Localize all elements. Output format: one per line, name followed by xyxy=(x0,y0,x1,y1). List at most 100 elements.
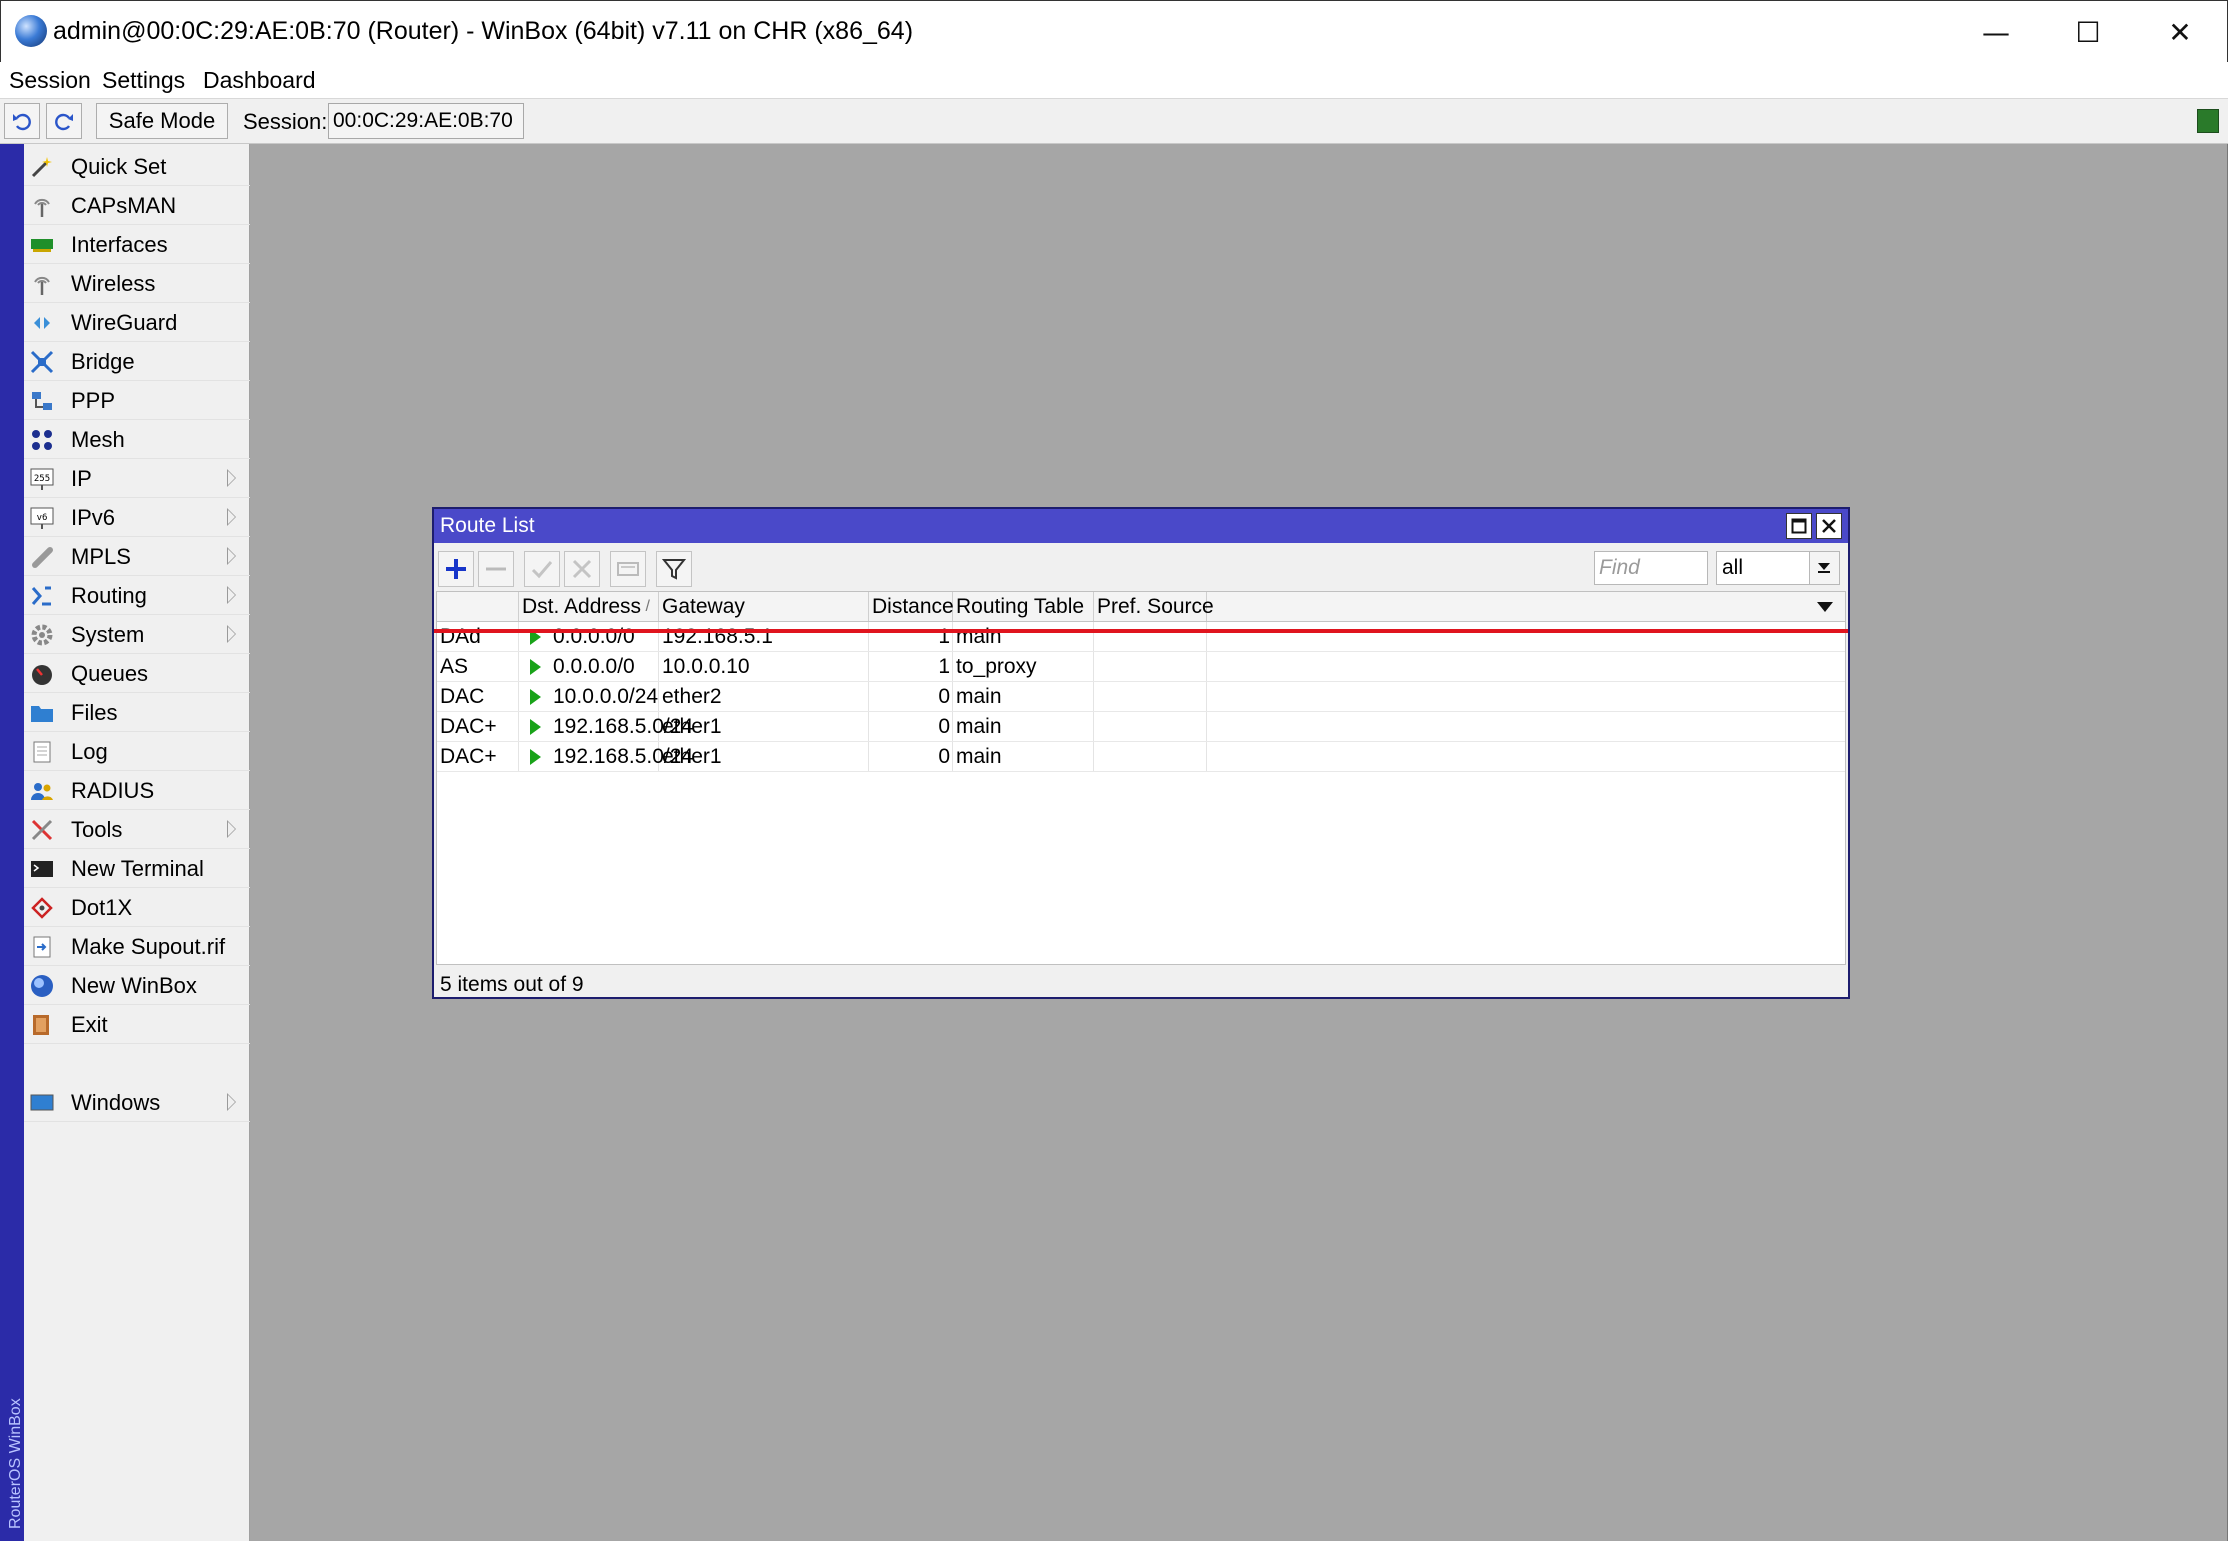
cell-routing-table: main xyxy=(953,622,1094,651)
cell-pref-source xyxy=(1094,622,1207,651)
route-table-header: Dst. Address / Gateway Distance Routing … xyxy=(437,592,1845,622)
sidebar-item-make-supout[interactable]: Make Supout.rif xyxy=(24,928,250,966)
route-list-maximize-button[interactable] xyxy=(1786,513,1812,539)
cell-flags: DAC+ xyxy=(437,712,519,741)
supout-icon xyxy=(33,936,51,958)
route-active-icon xyxy=(530,749,541,765)
session-field[interactable]: 00:0C:29:AE:0B:70 xyxy=(328,103,524,139)
wand-icon xyxy=(31,157,52,178)
winbox-app-icon xyxy=(15,15,47,47)
svg-text:255: 255 xyxy=(34,474,50,484)
cell-gateway: ether2 xyxy=(659,682,869,711)
filter-select[interactable]: all xyxy=(1716,551,1840,585)
cell-flags: DAC+ xyxy=(437,742,519,771)
sidebar-item-wireguard[interactable]: WireGuard xyxy=(24,304,250,342)
redo-icon xyxy=(55,113,73,131)
menu-settings[interactable]: Settings xyxy=(102,66,185,94)
submenu-arrow-icon xyxy=(227,508,236,526)
exit-icon xyxy=(33,1015,49,1035)
menu-bar: Session Settings Dashboard xyxy=(0,62,2228,98)
column-header-flags[interactable] xyxy=(437,592,519,621)
close-icon xyxy=(1822,519,1836,533)
column-header-distance[interactable]: Distance xyxy=(869,592,954,621)
column-header-routing-table[interactable]: Routing Table xyxy=(953,592,1094,621)
sidebar-item-ipv6[interactable]: v6 IPv6 xyxy=(24,499,250,537)
sidebar-item-ppp[interactable]: PPP xyxy=(24,382,250,420)
remove-route-button[interactable] xyxy=(478,551,514,587)
table-row[interactable]: DAC 10.0.0.0/24 ether2 0 main xyxy=(437,682,1845,712)
submenu-arrow-icon xyxy=(227,469,236,487)
cell-pref-source xyxy=(1094,712,1207,741)
cell-routing-table: to_proxy xyxy=(953,652,1094,681)
sidebar-item-exit[interactable]: Exit xyxy=(24,1006,250,1044)
sidebar-item-dot1x[interactable]: Dot1X xyxy=(24,889,250,927)
undo-button[interactable] xyxy=(4,103,40,139)
safe-mode-button[interactable]: Safe Mode xyxy=(96,103,228,139)
minimize-button[interactable]: — xyxy=(1951,9,2041,55)
sidebar-item-radius[interactable]: RADIUS xyxy=(24,772,250,810)
ipv6-icon: v6 xyxy=(30,507,54,529)
mpls-icon xyxy=(32,547,53,568)
column-header-dst-address[interactable]: Dst. Address / xyxy=(519,592,659,621)
filter-dropdown-button[interactable] xyxy=(1809,552,1839,584)
sidebar-item-capsman[interactable]: CAPsMAN xyxy=(24,187,250,225)
comment-button[interactable] xyxy=(610,551,646,587)
sidebar-item-quick-set[interactable]: Quick Set xyxy=(24,148,250,186)
cell-gateway: ether1 xyxy=(659,742,869,771)
bridge-icon xyxy=(30,350,54,374)
submenu-arrow-icon xyxy=(227,586,236,604)
table-row[interactable]: DAd 0.0.0.0/0 192.168.5.1 1 main xyxy=(437,622,1845,652)
sidebar-item-routing[interactable]: Routing xyxy=(24,577,250,615)
sidebar-item-queues[interactable]: Queues xyxy=(24,655,250,693)
sidebar-item-wireless[interactable]: Wireless xyxy=(24,265,250,303)
title-bar: admin@00:0C:29:AE:0B:70 (Router) - WinBo… xyxy=(0,0,2228,62)
sidebar-item-new-terminal[interactable]: New Terminal xyxy=(24,850,250,888)
sidebar-item-system[interactable]: System xyxy=(24,616,250,654)
sidebar-item-tools[interactable]: Tools xyxy=(24,811,250,849)
sidebar-item-log[interactable]: Log xyxy=(24,733,250,771)
sidebar-item-mesh[interactable]: Mesh xyxy=(24,421,250,459)
redo-button[interactable] xyxy=(46,103,82,139)
disable-route-button[interactable] xyxy=(564,551,600,587)
cell-gateway: 192.168.5.1 xyxy=(659,622,869,651)
add-route-button[interactable] xyxy=(438,551,474,587)
column-header-gateway[interactable]: Gateway xyxy=(659,592,869,621)
close-button[interactable]: ✕ xyxy=(2135,9,2225,55)
table-row[interactable]: DAC+ 192.168.5.0/24 ether1 0 main xyxy=(437,742,1845,772)
menu-dashboard[interactable]: Dashboard xyxy=(203,66,316,94)
undo-icon xyxy=(13,113,31,131)
column-header-pref-source[interactable]: Pref. Source xyxy=(1094,592,1214,621)
find-input[interactable] xyxy=(1594,551,1708,585)
cell-gateway: 10.0.0.10 xyxy=(659,652,869,681)
cell-pref-source xyxy=(1094,742,1207,771)
enable-route-button[interactable] xyxy=(524,551,560,587)
sidebar-item-windows[interactable]: Windows xyxy=(24,1084,250,1122)
sidebar-item-bridge[interactable]: Bridge xyxy=(24,343,250,381)
cell-routing-table: main xyxy=(953,712,1094,741)
gauge-icon xyxy=(32,665,52,685)
route-list-close-button[interactable] xyxy=(1816,513,1842,539)
submenu-arrow-icon xyxy=(227,547,236,565)
sidebar-item-new-winbox[interactable]: New WinBox xyxy=(24,967,250,1005)
maximize-button[interactable]: ☐ xyxy=(2043,9,2133,55)
sidebar-item-files[interactable]: Files xyxy=(24,694,250,732)
comment-icon xyxy=(617,562,639,576)
column-chooser-button[interactable] xyxy=(1807,592,1843,621)
notepad-icon xyxy=(33,741,51,763)
menu-session[interactable]: Session xyxy=(9,66,91,94)
filter-button[interactable] xyxy=(656,551,692,587)
folder-icon xyxy=(31,706,53,722)
cell-routing-table: main xyxy=(953,742,1094,771)
route-list-title: Route List xyxy=(440,514,535,537)
route-list-titlebar[interactable]: Route List xyxy=(434,509,1848,543)
sort-indicator-icon: / xyxy=(645,598,650,615)
sidebar-item-mpls[interactable]: MPLS xyxy=(24,538,250,576)
red-highlight-line xyxy=(434,629,1848,633)
session-label: Session: xyxy=(243,109,328,134)
sidebar-item-ip[interactable]: 255 IP xyxy=(24,460,250,498)
gear-icon xyxy=(31,624,53,646)
sidebar-item-interfaces[interactable]: Interfaces xyxy=(24,226,250,264)
cell-dst-address: 192.168.5.0/24 xyxy=(519,742,693,771)
table-row[interactable]: AS 0.0.0.0/0 10.0.0.10 1 to_proxy xyxy=(437,652,1845,682)
table-row[interactable]: DAC+ 192.168.5.0/24 ether1 0 main xyxy=(437,712,1845,742)
